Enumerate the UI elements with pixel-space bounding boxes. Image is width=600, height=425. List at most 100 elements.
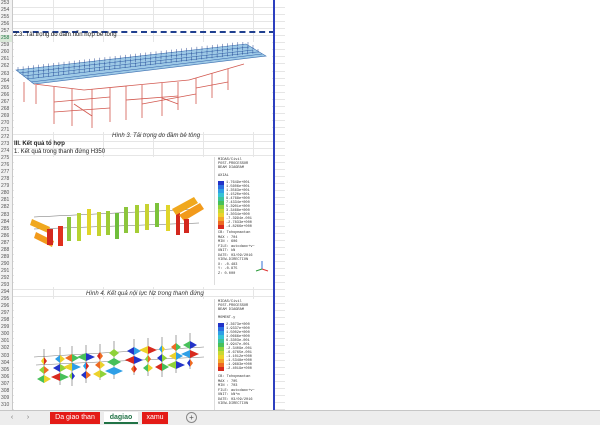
row-number[interactable]: 296 xyxy=(0,303,12,310)
row-number[interactable]: 279 xyxy=(0,183,12,190)
legend-footer-line: CB: Tohopmaxtan xyxy=(218,375,251,379)
tab-scroll-right-button[interactable]: › xyxy=(22,412,34,424)
spreadsheet-area[interactable]: 253 254 255 256 257 258 259 260 261 262 263 264 265 2… xyxy=(0,0,285,410)
row-number[interactable]: 284 xyxy=(0,219,12,226)
row-number[interactable]: 303 xyxy=(0,353,12,360)
row-number[interactable]: 305 xyxy=(0,367,12,374)
legend-color-swatch xyxy=(218,367,224,371)
legend-color-swatch xyxy=(218,225,224,229)
row-number[interactable]: 310 xyxy=(0,402,12,409)
tab-da-giao-than[interactable]: Da giao than xyxy=(50,412,100,424)
row-number[interactable]: 294 xyxy=(0,289,12,296)
row-number[interactable]: 269 xyxy=(0,113,12,120)
row-number[interactable]: 273 xyxy=(0,141,12,148)
row-number[interactable]: 253 xyxy=(0,0,12,7)
row-number[interactable]: 281 xyxy=(0,197,12,204)
row-number[interactable]: 255 xyxy=(0,14,12,21)
moment-fill xyxy=(86,362,89,370)
moment-fill xyxy=(53,364,60,372)
figure-4-axial-diagram[interactable]: MIDAS/Civil POST-PROCESSOR BEAM DIAGRAM … xyxy=(14,157,273,287)
moment-fill xyxy=(145,355,148,363)
moment-fill xyxy=(155,363,162,371)
row-number[interactable]: 263 xyxy=(0,71,12,78)
row-number[interactable]: 295 xyxy=(0,296,12,303)
row-number[interactable]: 298 xyxy=(0,317,12,324)
moment-fill xyxy=(176,352,183,360)
row-number[interactable]: 307 xyxy=(0,381,12,388)
row-number[interactable]: 301 xyxy=(0,338,12,345)
row-header-column[interactable]: 253 254 255 256 257 258 259 260 261 262 263 264 265 2… xyxy=(0,0,13,410)
row-number[interactable]: 300 xyxy=(0,331,12,338)
row-number[interactable]: 291 xyxy=(0,268,12,275)
tab-dagiao[interactable]: dagiao xyxy=(104,412,138,424)
row-number[interactable]: 271 xyxy=(0,127,12,134)
row-number[interactable]: 261 xyxy=(0,56,12,63)
row-number[interactable]: 293 xyxy=(0,282,12,289)
row-number[interactable]: 258 xyxy=(0,35,12,43)
moment-fill xyxy=(131,365,134,373)
add-sheet-button[interactable]: + xyxy=(186,412,197,423)
row-number[interactable]: 302 xyxy=(0,345,12,352)
moment-fill xyxy=(139,346,148,354)
tab-scroll-left-button[interactable]: ‹ xyxy=(6,412,18,424)
page-edge-line xyxy=(273,0,275,410)
moment-fill xyxy=(162,345,165,353)
moment-fill xyxy=(37,375,44,383)
row-number[interactable]: 292 xyxy=(0,275,12,282)
legend-panel-axial: MIDAS/Civil POST-PROCESSOR BEAM DIAGRAM … xyxy=(214,157,273,285)
moment-fill xyxy=(44,357,47,365)
moment-fill xyxy=(181,350,190,358)
row-number[interactable]: 259 xyxy=(0,42,12,49)
row-number[interactable]: 264 xyxy=(0,78,12,85)
row-number[interactable]: 260 xyxy=(0,49,12,56)
row-number[interactable]: 285 xyxy=(0,226,12,233)
row-number[interactable]: 268 xyxy=(0,106,12,113)
legend-footer-line: UNIT: kN*m xyxy=(218,393,240,397)
heading-iii[interactable]: III. Kết quả tổ hợp xyxy=(14,141,65,147)
row-number[interactable]: 286 xyxy=(0,233,12,240)
row-number[interactable]: 290 xyxy=(0,261,12,268)
row-number[interactable]: 276 xyxy=(0,162,12,169)
row-number[interactable]: 256 xyxy=(0,21,12,28)
row-number[interactable]: 283 xyxy=(0,212,12,219)
figure-3-caption[interactable]: Hình 3. Tải trọng do đầm bê tông xyxy=(112,133,200,139)
row-number[interactable]: 272 xyxy=(0,134,12,141)
row-number[interactable]: 282 xyxy=(0,204,12,211)
legend-footer-line: Z: 0.000 xyxy=(218,271,236,276)
section-heading-2-3[interactable]: 2.3. Tải trọng do đầm hỗn hợp bê tông xyxy=(14,32,117,38)
row-number[interactable]: 257 xyxy=(0,28,12,35)
legend-line: BEAM DIAGRAM xyxy=(218,166,244,170)
row-number[interactable]: 267 xyxy=(0,99,12,106)
row-number[interactable]: 254 xyxy=(0,7,12,14)
row-number[interactable]: 287 xyxy=(0,240,12,247)
row-number[interactable]: 297 xyxy=(0,310,12,317)
row-number[interactable]: 280 xyxy=(0,190,12,197)
row-number[interactable]: 278 xyxy=(0,176,12,183)
row-number[interactable]: 274 xyxy=(0,148,12,155)
legend-footer-line: MIN : 606 xyxy=(218,240,238,244)
row-number[interactable]: 299 xyxy=(0,324,12,331)
tab-xamu[interactable]: xamu xyxy=(142,412,168,424)
row-number[interactable]: 262 xyxy=(0,63,12,70)
row-number[interactable]: 309 xyxy=(0,395,12,402)
legend-footer-line: DATE: 03/09/2016 xyxy=(218,253,253,258)
moment-fill xyxy=(114,367,123,375)
figure-5-moment-diagram[interactable]: MIDAS/Civil POST-PROCESSOR BEAM DIAGRAM … xyxy=(14,299,273,410)
figure-4-caption[interactable]: Hình 4. Kết quả nội lực Nz trong thanh đ… xyxy=(86,291,204,297)
row-number[interactable]: 266 xyxy=(0,92,12,99)
row-number[interactable]: 270 xyxy=(0,120,12,127)
subheading-h350[interactable]: 1. Kết quả trong thanh đứng H350 xyxy=(14,149,105,155)
figure-3-truss-model[interactable] xyxy=(14,41,272,132)
row-number[interactable]: 288 xyxy=(0,247,12,254)
row-number[interactable]: 289 xyxy=(0,254,12,261)
row-number[interactable]: 304 xyxy=(0,360,12,367)
moment-fill xyxy=(134,356,143,364)
moment-fill xyxy=(134,347,141,355)
row-number[interactable]: 265 xyxy=(0,85,12,92)
row-number[interactable]: 275 xyxy=(0,155,12,162)
row-number[interactable]: 277 xyxy=(0,169,12,176)
row-number[interactable]: 306 xyxy=(0,374,12,381)
moment-shapes xyxy=(37,333,199,386)
moment-fill xyxy=(190,359,193,367)
row-number[interactable]: 308 xyxy=(0,388,12,395)
